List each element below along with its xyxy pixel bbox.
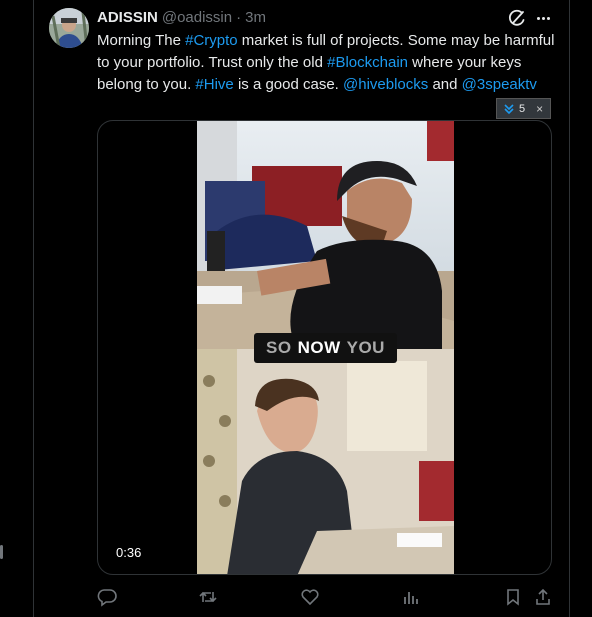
tweet-link[interactable]: @hiveblocks	[343, 76, 428, 93]
vote-close-button[interactable]: ×	[536, 102, 543, 116]
retweet-icon[interactable]	[198, 587, 218, 607]
tweet-header: ADISSIN @oadissin · 3m	[97, 9, 266, 26]
avatar[interactable]	[49, 8, 89, 48]
views-icon[interactable]	[401, 587, 421, 607]
author-name[interactable]: ADISSIN	[97, 9, 158, 26]
bookmark-icon[interactable]	[503, 587, 523, 607]
caption-word-1: SO	[266, 338, 292, 357]
grok-icon[interactable]	[507, 8, 527, 28]
more-icon[interactable]	[533, 8, 553, 28]
tweet-text: Morning The #Crypto market is full of pr…	[97, 30, 557, 96]
upvote-icon[interactable]	[502, 102, 516, 116]
vote-widget[interactable]: 5 ×	[496, 98, 551, 119]
column-border-left	[33, 0, 34, 617]
author-handle[interactable]: @oadissin	[162, 9, 232, 26]
tweet-text-segment: and	[428, 76, 462, 93]
caption-word-3: YOU	[346, 338, 385, 357]
vote-count: 5	[519, 102, 526, 115]
like-icon[interactable]	[300, 587, 320, 607]
timestamp[interactable]: 3m	[245, 9, 266, 26]
share-icon[interactable]	[533, 587, 553, 607]
caption-word-2: NOW	[297, 338, 341, 357]
separator-dot: ·	[236, 9, 242, 26]
tweet-link[interactable]: #Blockchain	[327, 54, 408, 71]
tweet-text-segment: Morning The	[97, 32, 186, 49]
reply-icon[interactable]	[97, 587, 117, 607]
tweet-link[interactable]: #Hive	[195, 76, 233, 93]
video-player[interactable]: SO NOW YOU 0:36	[97, 120, 552, 575]
column-border-right	[569, 0, 570, 617]
tweet-link[interactable]: @3speaktv	[462, 76, 537, 93]
scroll-indicator	[0, 545, 3, 559]
video-caption: SO NOW YOU	[254, 333, 397, 363]
tweet-link[interactable]: #Crypto	[185, 32, 238, 49]
video-duration: 0:36	[110, 543, 148, 562]
tweet-text-segment: is a good case.	[233, 76, 344, 93]
